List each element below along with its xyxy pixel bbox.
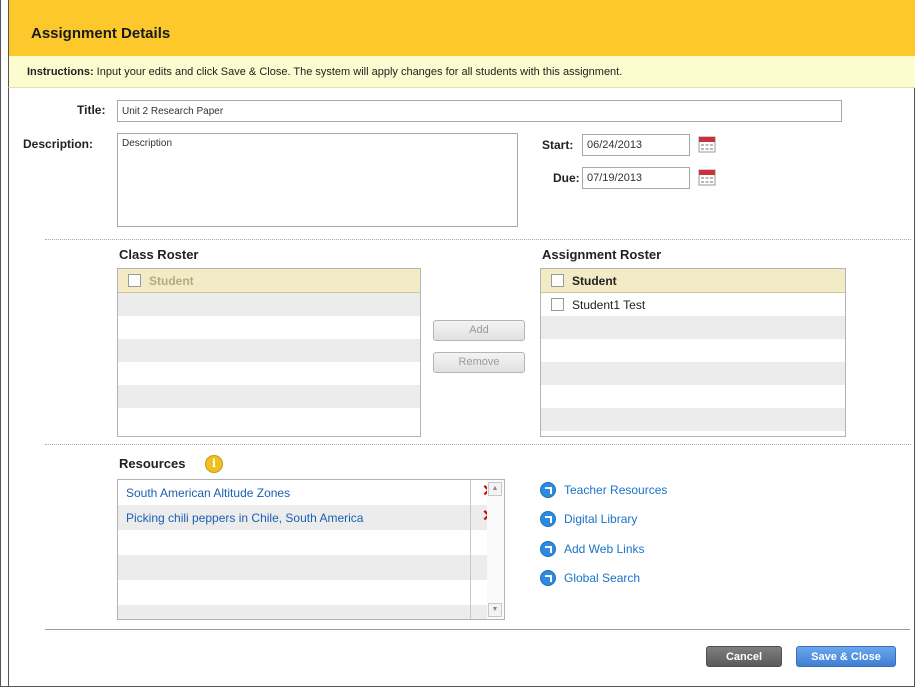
- link-label: Teacher Resources: [564, 483, 668, 497]
- link-label: Global Search: [564, 571, 641, 585]
- list-item: [118, 530, 504, 555]
- table-row: [118, 316, 420, 339]
- resources-list: South American Altitude Zones ✕ Picking …: [117, 479, 505, 620]
- description-textarea[interactable]: Description: [117, 133, 518, 227]
- link-label: Add Web Links: [564, 542, 645, 556]
- class-roster-table: Student: [117, 268, 421, 437]
- table-row: [541, 362, 845, 385]
- table-row: [118, 339, 420, 362]
- section-divider: [45, 444, 911, 445]
- due-label: Due:: [553, 171, 580, 185]
- table-row: [118, 385, 420, 408]
- student-checkbox[interactable]: [551, 298, 564, 311]
- assignment-roster-select-all-checkbox[interactable]: [551, 274, 564, 287]
- arrow-circle-icon: [540, 570, 556, 586]
- teacher-resources-link[interactable]: Teacher Resources: [540, 482, 667, 498]
- table-row: [118, 293, 420, 316]
- start-calendar-icon[interactable]: [698, 135, 716, 153]
- dialog-body: Title: Description: Description Start: D…: [8, 88, 915, 687]
- digital-library-link[interactable]: Digital Library: [540, 511, 637, 527]
- resources-scrollbar[interactable]: ▲ ▼: [487, 480, 504, 619]
- link-label: Digital Library: [564, 512, 638, 526]
- instructions-bar: Instructions: Input your edits and click…: [8, 56, 915, 88]
- table-row: [541, 316, 845, 339]
- due-date-input[interactable]: [582, 167, 690, 189]
- table-row: [541, 385, 845, 408]
- title-label: Title:: [77, 103, 106, 117]
- student-name: Student1 Test: [572, 297, 646, 312]
- assignment-roster-table: Student Student1 Test: [540, 268, 846, 437]
- list-item[interactable]: South American Altitude Zones ✕: [118, 480, 504, 505]
- dialog-header: Assignment Details: [8, 0, 915, 56]
- table-row: [118, 362, 420, 385]
- due-calendar-icon[interactable]: [698, 168, 716, 186]
- assignment-roster-rows: Student1 Test: [541, 293, 845, 431]
- start-date-input[interactable]: [582, 134, 690, 156]
- scroll-down-icon[interactable]: ▼: [488, 603, 502, 617]
- arrow-circle-icon: [540, 541, 556, 557]
- class-roster-rows: [118, 293, 420, 431]
- global-search-link[interactable]: Global Search: [540, 570, 640, 586]
- table-row[interactable]: Student1 Test: [541, 293, 845, 316]
- list-item[interactable]: Picking chili peppers in Chile, South Am…: [118, 505, 504, 530]
- resource-link[interactable]: South American Altitude Zones: [126, 486, 290, 500]
- table-row: [541, 408, 845, 431]
- remove-button[interactable]: Remove: [433, 352, 525, 373]
- dialog-title: Assignment Details: [31, 25, 171, 42]
- resources-rows: South American Altitude Zones ✕ Picking …: [118, 480, 504, 619]
- class-roster-header: Student: [118, 269, 420, 293]
- class-roster-column-label: Student: [149, 273, 194, 288]
- class-roster-title: Class Roster: [119, 247, 199, 262]
- column-divider: [470, 480, 471, 619]
- list-item: [118, 555, 504, 580]
- table-row: [118, 408, 420, 431]
- add-web-links-link[interactable]: Add Web Links: [540, 541, 645, 557]
- instructions-text: Input your edits and click Save & Close.…: [93, 66, 623, 78]
- title-input[interactable]: [117, 100, 842, 122]
- arrow-circle-icon: [540, 482, 556, 498]
- resources-title: Resources: [119, 456, 186, 471]
- save-close-button[interactable]: Save & Close: [796, 646, 896, 667]
- scroll-up-icon[interactable]: ▲: [488, 482, 502, 496]
- resource-link[interactable]: Picking chili peppers in Chile, South Am…: [126, 511, 363, 525]
- arrow-circle-icon: [540, 511, 556, 527]
- list-item: [118, 580, 504, 605]
- assignment-roster-column-label: Student: [572, 273, 617, 288]
- table-row: [541, 339, 845, 362]
- description-label: Description:: [23, 137, 94, 151]
- start-label: Start:: [542, 138, 574, 152]
- class-roster-select-all-checkbox[interactable]: [128, 274, 141, 287]
- section-divider: [45, 239, 911, 240]
- add-button[interactable]: Add: [433, 320, 525, 341]
- list-item: [118, 605, 504, 619]
- assignment-roster-header: Student: [541, 269, 845, 293]
- instructions-label: Instructions:: [27, 66, 94, 78]
- cancel-button[interactable]: Cancel: [706, 646, 782, 667]
- footer-divider: [45, 629, 910, 630]
- assignment-roster-title: Assignment Roster: [542, 247, 662, 262]
- info-icon[interactable]: i: [205, 455, 223, 473]
